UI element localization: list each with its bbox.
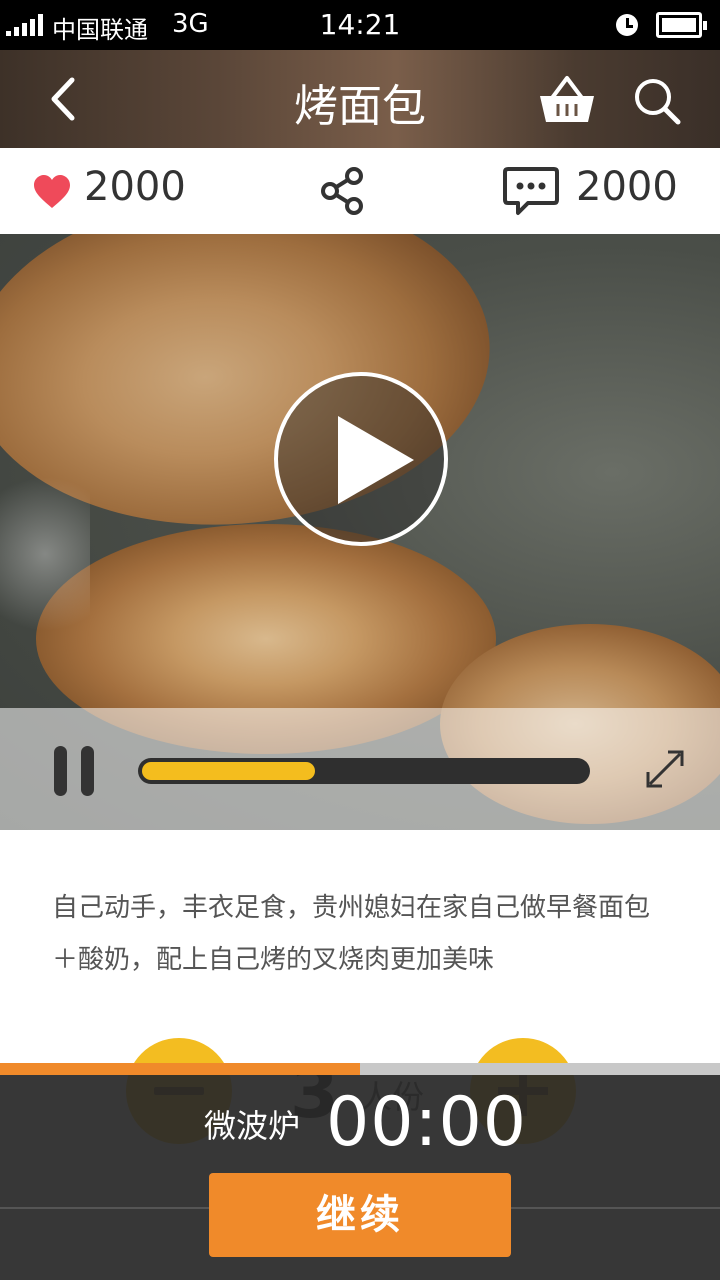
timer-display: 00:00 [326,1083,527,1162]
heart-icon [34,175,70,208]
pause-button[interactable] [54,746,94,796]
video-progress-fill [142,762,315,780]
comment-icon [503,167,559,215]
recipe-description: 自己动手，丰衣足食，贵州媳妇在家自己做早餐面包＋酸奶，配上自己烤的叉烧肉更加美味 [52,893,651,975]
play-button[interactable] [274,372,448,546]
status-bar: 中国联通 3G 14:21 [0,0,720,50]
like-button[interactable] [32,174,72,210]
appliance-label: 微波炉 [204,1107,301,1145]
comment-button[interactable] [502,166,560,218]
video-controls [0,708,720,830]
video-player[interactable] [0,234,720,830]
fullscreen-icon [646,750,684,788]
page-title: 烤面包 [294,81,426,132]
continue-button[interactable]: 继续 [209,1173,511,1257]
timer-panel: 微波炉 00:00 继续 [0,1075,720,1280]
fullscreen-button[interactable] [640,744,690,794]
share-icon [321,167,363,215]
pause-icon [54,746,67,796]
basket-button[interactable] [536,72,598,128]
battery-icon [656,12,707,38]
stats-bar: 2000 2000 [0,148,720,234]
status-time: 14:21 [319,8,401,41]
alarm-icon [616,14,638,36]
basket-icon [540,76,594,122]
video-progress-bar[interactable] [138,758,590,784]
search-button[interactable] [630,74,684,128]
timer-progress-bar [0,1063,720,1075]
nav-header: 烤面包 [0,50,720,148]
timer-progress-fill [0,1063,360,1075]
share-button[interactable] [318,166,366,216]
like-count: 2000 [84,164,186,210]
search-icon [635,79,681,125]
comment-count: 2000 [576,164,678,210]
sugar-dust [0,454,90,654]
